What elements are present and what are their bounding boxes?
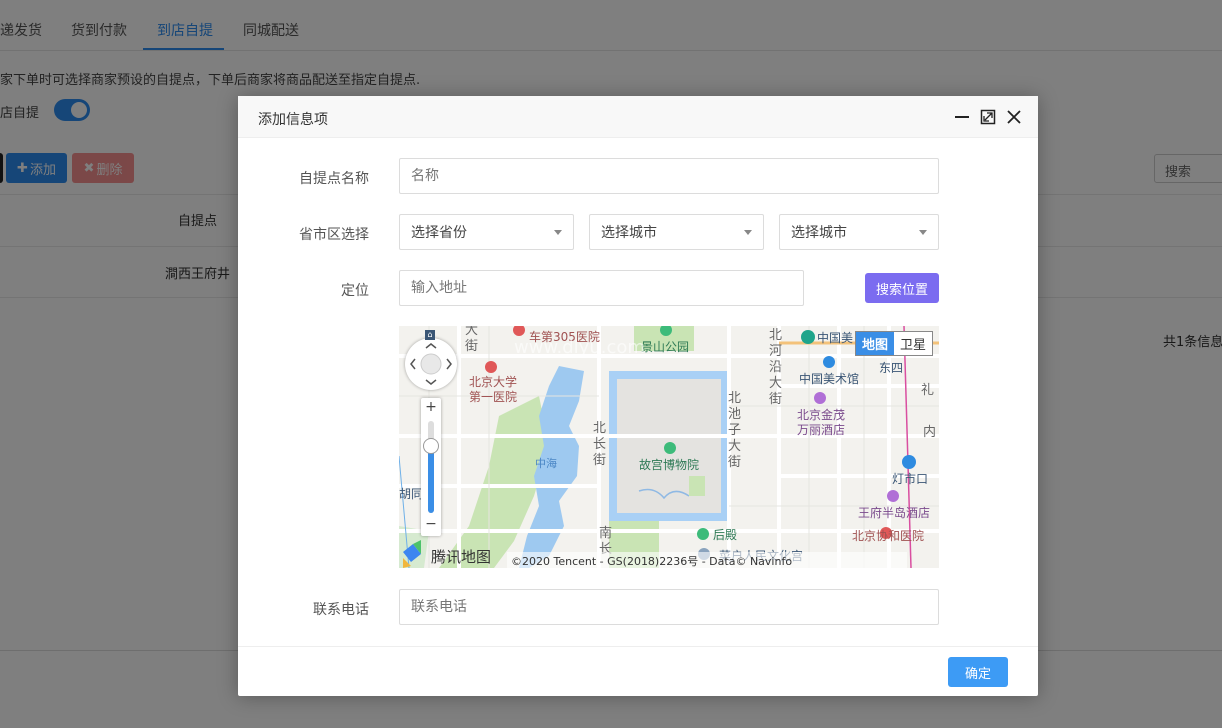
map-label: 灯市口 <box>892 471 928 486</box>
region-label: 省市区选择 <box>299 227 369 243</box>
modal-title: 添加信息项 <box>258 112 328 128</box>
map-label: 南 <box>599 525 612 541</box>
map-label: 河 <box>769 344 782 359</box>
modal-header: 添加信息项 <box>238 96 1038 138</box>
map-label: 长 <box>593 437 606 452</box>
map-label: 大 <box>728 439 741 454</box>
map-label: 第一医院 <box>469 390 517 404</box>
zoom-out-icon[interactable]: − <box>421 516 441 532</box>
maximize-icon[interactable] <box>979 108 997 126</box>
map-watermark: www.dlyu.com <box>514 337 645 358</box>
map-label: 王府半岛酒店 <box>858 505 930 520</box>
map-label: 街 <box>465 339 478 354</box>
address-input[interactable] <box>399 270 804 306</box>
map-label: 万丽酒店 <box>797 423 845 437</box>
map-label: 池 <box>728 407 741 422</box>
confirm-button[interactable]: 确定 <box>948 657 1008 687</box>
map-label: 中国美 <box>817 330 853 345</box>
name-label: 自提点名称 <box>299 171 369 187</box>
phone-input[interactable] <box>399 589 939 625</box>
search-location-button[interactable]: 搜索位置 <box>865 273 939 303</box>
city-select[interactable]: 选择城市 <box>589 214 764 250</box>
map-brand: 腾讯地图 <box>431 548 491 566</box>
modal-footer-divider <box>238 646 1038 647</box>
chevron-down-icon <box>744 229 752 235</box>
map-label: 大 <box>769 376 782 391</box>
zoom-in-icon[interactable]: + <box>421 399 441 415</box>
map-label: 礼 <box>921 382 934 398</box>
add-item-modal: 添加信息项 自提点名称 省市区选择 选择省份 选择城市 选择城市 定位 搜索位置 <box>238 96 1038 696</box>
compass-icon: ⌂ <box>425 330 435 340</box>
map-label: 故宫博物院 <box>639 457 699 472</box>
province-select-value: 选择省份 <box>411 225 467 241</box>
map-label: 中国美术馆 <box>799 371 859 386</box>
chevron-down-icon <box>554 229 562 235</box>
map-zoom-control[interactable]: + − <box>421 398 441 536</box>
district-select-value: 选择城市 <box>791 225 847 241</box>
phone-label: 联系电话 <box>313 602 369 618</box>
map-label: 大 <box>465 326 478 338</box>
map-label: 街 <box>769 392 782 407</box>
map-label: 沿 <box>769 360 782 375</box>
name-input[interactable] <box>399 158 939 194</box>
map-view[interactable]: 车第305医院 北京大学 第一医院 北京协和医院 景山公园 故宫博物院 后殿 中… <box>399 326 939 568</box>
map-label: 北京协和医院 <box>852 528 924 543</box>
map-label: 景山公园 <box>641 340 689 354</box>
map-label: 东四 <box>879 361 903 375</box>
map-type-switch: 地图 卫星 <box>855 331 934 356</box>
map-label: 北京大学 <box>469 374 517 389</box>
map-label: 后殿 <box>713 528 737 542</box>
map-type-satellite[interactable]: 卫星 <box>894 332 932 355</box>
map-type-map[interactable]: 地图 <box>856 332 895 355</box>
zoom-track[interactable] <box>428 421 434 513</box>
city-select-value: 选择城市 <box>601 225 657 241</box>
close-icon[interactable] <box>1005 108 1023 126</box>
zoom-level-fill <box>428 447 434 513</box>
map-label: 北 <box>593 421 606 436</box>
map-label: 子 <box>728 423 741 438</box>
province-select[interactable]: 选择省份 <box>399 214 574 250</box>
map-label: 胡同 <box>399 487 423 501</box>
zoom-slider-handle[interactable] <box>423 438 439 454</box>
map-label: 内 <box>923 424 936 440</box>
map-label: 北 <box>728 391 741 406</box>
map-label: 北京金茂 <box>797 407 845 422</box>
map-label: 街 <box>728 455 741 470</box>
map-label: 街 <box>593 453 606 468</box>
map-copyright: ©2020 Tencent - GS(2018)2236号 - Data© Na… <box>511 555 792 568</box>
district-select[interactable]: 选择城市 <box>779 214 939 250</box>
map-label: 中海 <box>535 456 557 470</box>
map-pan-control[interactable] <box>405 338 457 390</box>
map-label: 北 <box>769 328 782 343</box>
minimize-icon[interactable] <box>953 108 971 126</box>
location-label: 定位 <box>341 283 369 299</box>
chevron-down-icon <box>919 229 927 235</box>
